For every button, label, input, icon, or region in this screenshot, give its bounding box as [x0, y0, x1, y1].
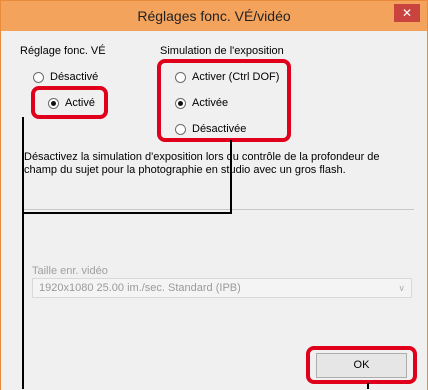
- callout-line-ok: [367, 383, 369, 389]
- exposure-simulation-label: Simulation de l'exposition: [160, 45, 284, 57]
- highlight-ve-enabled: [31, 86, 108, 119]
- callout-line-left: [22, 117, 24, 389]
- ve-function-label: Réglage fonc. VÉ: [20, 45, 106, 57]
- video-size-select[interactable]: 1920x1080 25.00 im./sec. Standard (IPB) …: [32, 278, 412, 298]
- close-button[interactable]: ✕: [394, 4, 420, 22]
- highlight-ok-button: [306, 346, 417, 384]
- highlight-exposure-group: [157, 59, 291, 142]
- window-title: Réglages fonc. VÉ/vidéo: [137, 8, 291, 24]
- chevron-down-icon: ∨: [398, 283, 405, 293]
- ve-option-disabled-label: Désactivé: [50, 71, 99, 83]
- callout-line-middle: [230, 140, 232, 214]
- ve-option-disabled[interactable]: Désactivé: [33, 69, 98, 85]
- callout-line-horizontal: [22, 212, 231, 214]
- description-text: Désactivez la simulation d'exposition lo…: [24, 151, 380, 176]
- close-icon: ✕: [401, 6, 413, 20]
- radio-icon[interactable]: [33, 71, 44, 83]
- separator: [24, 209, 414, 210]
- title-bar[interactable]: Réglages fonc. VÉ/vidéo ✕: [1, 1, 427, 31]
- video-size-label: Taille enr. vidéo: [32, 265, 108, 277]
- video-size-value: 1920x1080 25.00 im./sec. Standard (IPB): [39, 282, 241, 294]
